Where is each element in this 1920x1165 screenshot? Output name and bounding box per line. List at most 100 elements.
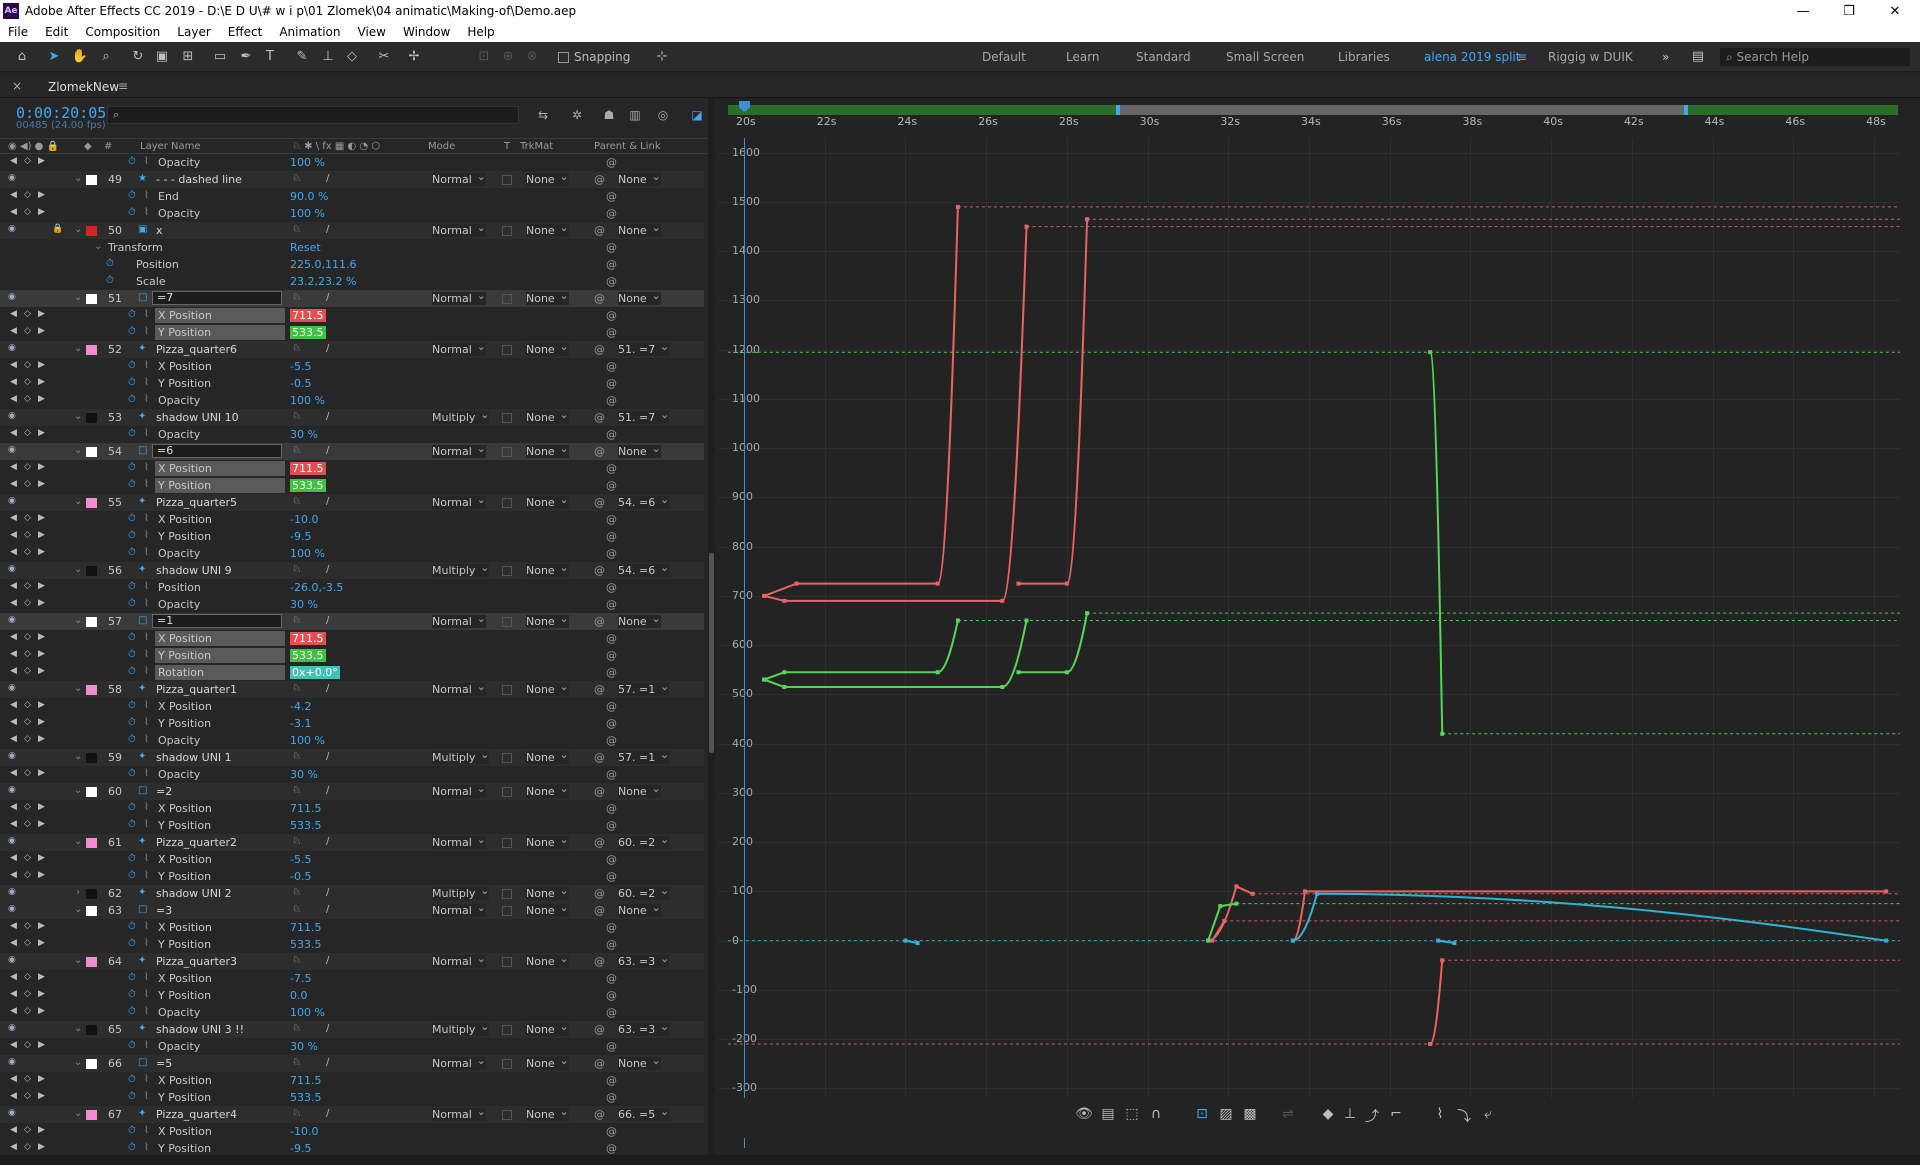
property-row[interactable]: ◀ ◇ ▶ ⏱ ⌇ Y Position 533.5 @ xyxy=(0,936,704,953)
lock-icon[interactable]: 🔒 xyxy=(52,224,63,234)
value-curve-x-position[interactable] xyxy=(1018,219,1089,585)
keyframe-point[interactable] xyxy=(935,581,940,586)
preserve-transparency-checkbox[interactable] xyxy=(502,226,512,236)
value-curve-y-position[interactable] xyxy=(1207,902,1237,941)
stopwatch-icon[interactable]: ⏱ xyxy=(128,819,136,830)
add-keyframe-icon[interactable]: ◇ xyxy=(24,156,31,166)
shy-switch-icon[interactable]: ♘ xyxy=(292,343,301,354)
label-color-swatch[interactable] xyxy=(86,1059,97,1069)
layer-row[interactable]: ◉ ⌄ 51 □ =7 ♘ / Normal None @ None xyxy=(0,289,704,307)
shy-switch-icon[interactable]: ♘ xyxy=(292,887,301,898)
playhead[interactable] xyxy=(744,138,745,1148)
preserve-transparency-checkbox[interactable] xyxy=(502,345,512,355)
preserve-transparency-checkbox[interactable] xyxy=(502,498,512,508)
expression-pick-whip-icon[interactable]: @ xyxy=(606,972,617,985)
blend-mode-dropdown[interactable]: Normal xyxy=(432,833,486,849)
label-color-swatch[interactable] xyxy=(86,685,97,695)
expand-toggle-icon[interactable]: ⌄ xyxy=(74,683,82,694)
prev-keyframe-icon[interactable]: ◀ xyxy=(10,1091,17,1101)
keyframe-point[interactable] xyxy=(762,593,767,598)
add-keyframe-icon[interactable]: ◇ xyxy=(24,768,31,778)
next-keyframe-icon[interactable]: ▶ xyxy=(38,360,45,370)
label-color-swatch[interactable] xyxy=(86,1110,97,1120)
next-keyframe-icon[interactable]: ▶ xyxy=(38,207,45,217)
stopwatch-icon[interactable]: ⏱ xyxy=(128,666,136,677)
stopwatch-icon[interactable]: ⏱ xyxy=(128,530,136,541)
value-curve-y-position[interactable] xyxy=(763,620,1028,689)
expression-pick-whip-icon[interactable]: @ xyxy=(606,530,617,543)
graph-toggle-icon[interactable]: ⌇ xyxy=(144,1074,149,1085)
property-row[interactable]: ◀ ◇ ▶ ⏱ ⌇ Y Position 533.5 @ xyxy=(0,647,704,664)
layer-name-field[interactable]: =6 xyxy=(152,444,282,458)
property-row[interactable]: ◀ ◇ ▶ ⏱ ⌇ X Position -10.0 @ xyxy=(0,1123,704,1140)
graph-toggle-icon[interactable]: ⌇ xyxy=(144,190,149,201)
graph-toggle-icon[interactable]: ⌇ xyxy=(144,819,149,830)
show-transform-box-icon[interactable]: ⬚ xyxy=(1122,1106,1142,1126)
keyframe-point[interactable] xyxy=(782,670,787,675)
maximize-button[interactable]: ❐ xyxy=(1826,0,1872,22)
stopwatch-icon[interactable]: ⏱ xyxy=(128,394,136,405)
next-keyframe-icon[interactable]: ▶ xyxy=(38,734,45,744)
stopwatch-icon[interactable]: ⏱ xyxy=(128,700,136,711)
expression-pick-whip-icon[interactable]: @ xyxy=(606,258,617,271)
property-row[interactable]: ◀ ◇ ▶ ⏱ ⌇ Opacity 30 % @ xyxy=(0,766,704,783)
property-value[interactable]: 533.5 xyxy=(290,479,326,492)
layer-name[interactable]: shadow UNI 1 xyxy=(156,751,232,764)
stopwatch-icon[interactable]: ⏱ xyxy=(106,258,114,269)
expression-pick-whip-icon[interactable]: @ xyxy=(606,1006,617,1019)
reset-link[interactable]: Reset xyxy=(290,241,321,254)
visibility-eye-icon[interactable]: ◉ xyxy=(8,224,16,234)
layer-row[interactable]: ◉ ⌄ 52 ✦ Pizza_quarter6 ♘ / Normal None @51. =7 xyxy=(0,340,704,358)
layer-name[interactable]: x xyxy=(156,224,163,237)
tab-menu-icon[interactable]: ≡ xyxy=(118,79,128,93)
layer-row[interactable]: ◉ ⌄ 67 ✦ Pizza_quarter4 ♘ / Normal None @66. =5 xyxy=(0,1105,704,1123)
graph-toggle-icon[interactable]: ⌇ xyxy=(144,598,149,609)
layer-name-column[interactable]: Layer Name xyxy=(140,141,201,152)
prev-keyframe-icon[interactable]: ◀ xyxy=(10,938,17,948)
prev-keyframe-icon[interactable]: ◀ xyxy=(10,207,17,217)
stopwatch-icon[interactable]: ⏱ xyxy=(128,972,136,983)
next-keyframe-icon[interactable]: ▶ xyxy=(38,666,45,676)
expand-toggle-icon[interactable]: ⌄ xyxy=(74,955,82,966)
hand-tool-icon[interactable]: ✋ xyxy=(70,47,90,67)
keyframe-point[interactable] xyxy=(782,685,787,690)
property-value[interactable]: 100 % xyxy=(290,734,325,747)
label-color-swatch[interactable] xyxy=(86,413,97,423)
convert-hold-icon[interactable]: ⊥ xyxy=(1340,1106,1360,1126)
stopwatch-icon[interactable]: ⏱ xyxy=(128,513,136,524)
prev-keyframe-icon[interactable]: ◀ xyxy=(10,513,17,523)
add-keyframe-icon[interactable]: ◇ xyxy=(24,989,31,999)
expression-pick-whip-icon[interactable]: @ xyxy=(606,241,617,254)
stopwatch-icon[interactable]: ⏱ xyxy=(128,1125,136,1136)
quality-switch-icon[interactable]: / xyxy=(326,173,329,184)
graph-type-options-icon[interactable]: ▤ xyxy=(1098,1106,1118,1126)
parent-link-dropdown[interactable]: None xyxy=(618,782,661,798)
property-row[interactable]: ◀ ◇ ▶ ⏱ ⌇ Y Position 533.5 @ xyxy=(0,477,704,494)
fit-all-graphs-icon[interactable]: ▩ xyxy=(1240,1106,1260,1126)
property-value[interactable]: 533.5 xyxy=(290,819,322,832)
prev-keyframe-icon[interactable]: ◀ xyxy=(10,734,17,744)
convert-auto-bezier-icon[interactable]: ⤴ xyxy=(1362,1106,1382,1126)
expression-pick-whip-icon[interactable]: @ xyxy=(606,394,617,407)
home-icon[interactable]: ⌂ xyxy=(12,47,32,67)
tab-zlomeknew[interactable]: ZlomekNew xyxy=(48,80,119,94)
property-row[interactable]: ◀ ◇ ▶ ⏱ ⌇ X Position -10.0 @ xyxy=(0,511,704,528)
graph-toggle-icon[interactable]: ⌇ xyxy=(144,972,149,983)
next-keyframe-icon[interactable]: ▶ xyxy=(38,547,45,557)
blend-mode-dropdown[interactable]: Multiply xyxy=(432,408,490,424)
label-color-swatch[interactable] xyxy=(86,1025,97,1035)
label-color-swatch[interactable] xyxy=(86,175,97,185)
shy-switch-icon[interactable]: ♘ xyxy=(292,564,301,575)
next-keyframe-icon[interactable]: ▶ xyxy=(38,428,45,438)
layer-row[interactable]: ◉ ⌄ 61 ✦ Pizza_quarter2 ♘ / Normal None @60. =2 xyxy=(0,833,704,851)
visibility-eye-icon[interactable]: ◉ xyxy=(8,564,16,574)
track-matte-dropdown[interactable]: None xyxy=(526,442,569,458)
shy-switch-icon[interactable]: ♘ xyxy=(292,904,301,915)
layer-name[interactable]: - - - dashed line xyxy=(156,173,242,186)
add-keyframe-icon[interactable]: ◇ xyxy=(24,547,31,557)
prev-keyframe-icon[interactable]: ◀ xyxy=(10,768,17,778)
track-matte-dropdown[interactable]: None xyxy=(526,952,569,968)
layer-name[interactable]: Pizza_quarter6 xyxy=(156,343,237,356)
property-row[interactable]: ◀ ◇ ▶ ⏱ ⌇ Y Position 533.5 @ xyxy=(0,324,704,341)
add-keyframe-icon[interactable]: ◇ xyxy=(24,598,31,608)
